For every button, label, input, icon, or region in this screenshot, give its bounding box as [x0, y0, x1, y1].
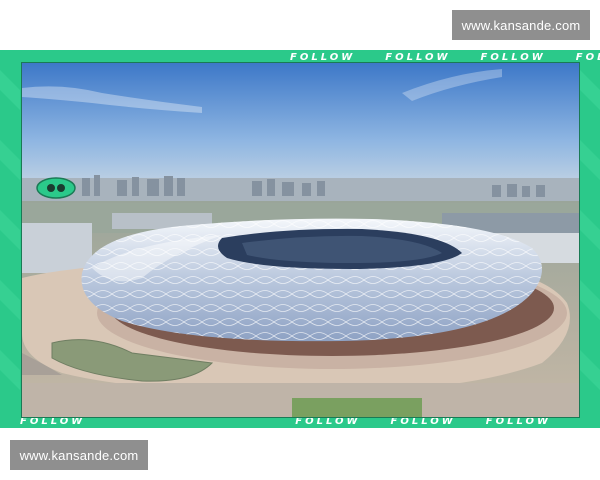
ribbon-word: FOLLOW: [385, 51, 451, 63]
ribbon-word: FOLLOW: [575, 51, 600, 63]
watermark-top: www.kansande.com: [452, 10, 590, 40]
eye-badge-icon: [36, 177, 76, 199]
watermark-bottom: www.kansande.com: [10, 440, 148, 470]
ribbon-word: FOLLOW: [290, 51, 356, 63]
ribbon-word: FOLLOW: [480, 51, 546, 63]
stadium-photo: [21, 62, 580, 418]
stadium-illustration: [22, 63, 579, 417]
